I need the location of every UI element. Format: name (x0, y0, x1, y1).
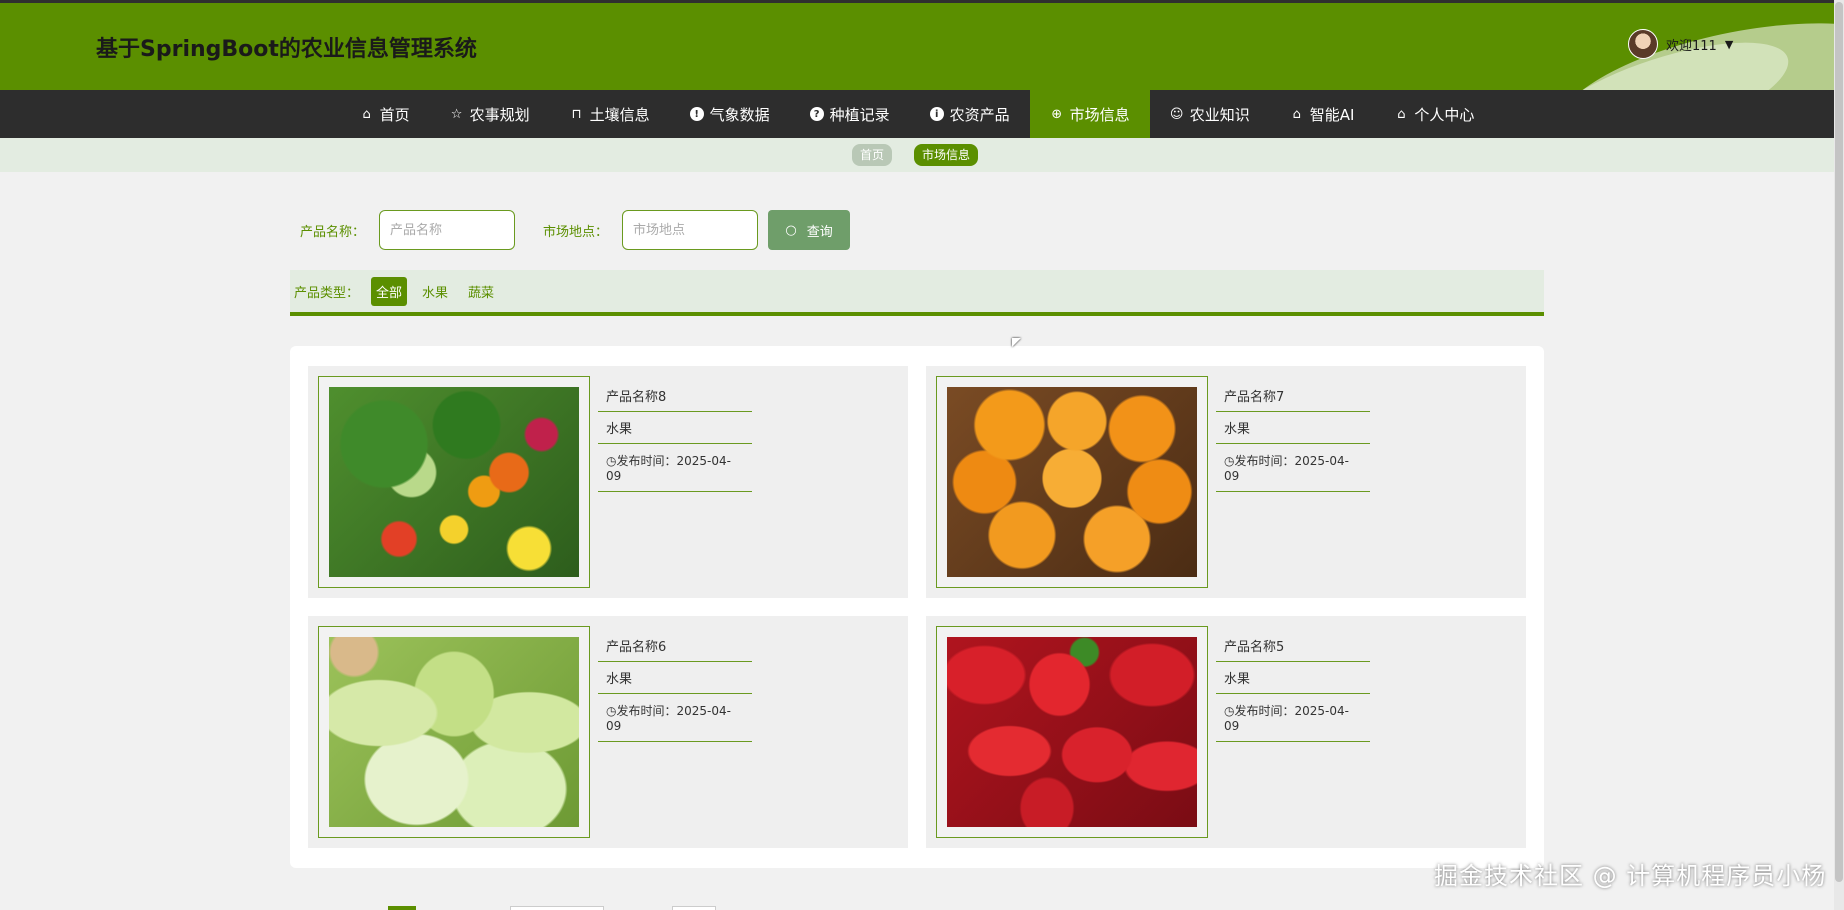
pagination-current[interactable] (388, 906, 416, 910)
product-name-label: 产品名称： (300, 224, 366, 240)
avatar[interactable] (1628, 29, 1658, 59)
product-image-vegetables[interactable] (329, 387, 579, 577)
product-image-frame[interactable] (318, 376, 590, 588)
type-option-vegetable[interactable]: 蔬菜 (463, 277, 499, 306)
help-icon: ? (809, 107, 824, 121)
nav-item-label: 智能AI (1309, 105, 1355, 124)
caret-down-icon[interactable]: ▼ (1725, 38, 1733, 51)
publish-time-text: 发布时间：2025-04-09 (606, 704, 731, 733)
home-icon: ⌂ (362, 106, 371, 122)
clock-icon: ◷ (1224, 704, 1235, 718)
search-icon: ○ (785, 222, 797, 238)
nav-item-label: 气象数据 (709, 105, 770, 124)
nav-item-knowledge[interactable]: ☺ 农业知识 (1150, 90, 1270, 138)
publish-time-text: 发布时间：2025-04-09 (1224, 454, 1349, 483)
clock-icon: ◷ (1224, 454, 1235, 468)
query-button-label: 查询 (806, 224, 833, 240)
product-image-frame[interactable] (936, 376, 1208, 588)
nav-item-label: 首页 (379, 105, 410, 124)
publish-time: ◷发布时间：2025-04-09 (598, 694, 752, 742)
product-card[interactable]: 产品名称6 水果 ◷发布时间：2025-04-09 (308, 616, 908, 848)
main-nav: ⌂ 首页 ☆ 农事规划 ⊓ 土壤信息 ! 气象数据 ? 种植记录 i 农资产品 ⊕ 市场信息 … (0, 90, 1834, 138)
nav-item-supplies[interactable]: i 农资产品 (910, 90, 1030, 138)
product-name: 产品名称8 (598, 380, 752, 412)
publish-time-text: 发布时间：2025-04-09 (606, 454, 731, 483)
nav-item-profile[interactable]: ⌂ 个人中心 (1374, 90, 1494, 138)
market-location-input[interactable] (622, 210, 759, 250)
home-icon: ⌂ (1292, 106, 1301, 122)
product-type: 水果 (598, 662, 752, 694)
nav-item-label: 种植记录 (829, 105, 890, 124)
nav-item-label: 个人中心 (1414, 105, 1475, 124)
site-title: 基于SpringBoot的农业信息管理系统 (96, 37, 477, 62)
nav-item-weather[interactable]: ! 气象数据 (670, 90, 790, 138)
publish-time: ◷发布时间：2025-04-09 (1216, 444, 1370, 492)
nav-item-market[interactable]: ⊕ 市场信息 (1029, 90, 1150, 138)
product-image-frame[interactable] (318, 626, 590, 838)
globe-icon: ⊕ (1051, 106, 1063, 122)
product-name-input[interactable] (379, 210, 516, 250)
nav-item-label: 农业知识 (1189, 105, 1250, 124)
publish-time: ◷发布时间：2025-04-09 (598, 444, 752, 492)
publish-time: ◷发布时间：2025-04-09 (1216, 694, 1370, 742)
product-card[interactable]: 产品名称8 水果 ◷发布时间：2025-04-09 (308, 366, 908, 598)
product-list: 产品名称8 水果 ◷发布时间：2025-04-09 产品名称7 水果 ◷发布时间… (290, 346, 1544, 868)
product-image-loquats[interactable] (947, 387, 1197, 577)
smile-icon: ☺ (1169, 106, 1184, 122)
nav-item-label: 市场信息 (1069, 105, 1130, 124)
nav-item-ai[interactable]: ⌂ 智能AI (1270, 90, 1375, 138)
mouse-cursor-icon (1012, 338, 1021, 347)
product-image-frame[interactable] (936, 626, 1208, 838)
product-type-label: 产品类型： (294, 285, 360, 301)
page-scrollbar[interactable] (1834, 0, 1844, 910)
product-type: 水果 (1216, 412, 1370, 444)
user-menu[interactable]: 欢迎111 ▼ (1628, 29, 1733, 59)
product-name: 产品名称6 (598, 630, 752, 662)
bag-icon: ⊓ (571, 106, 582, 122)
product-type: 水果 (1216, 662, 1370, 694)
search-form: 产品名称： 市场地点： ○ 查询 (300, 210, 851, 250)
nav-item-soil[interactable]: ⊓ 土壤信息 (550, 90, 670, 138)
top-header: 基于SpringBoot的农业信息管理系统 欢迎111 ▼ (0, 0, 1834, 90)
clock-icon: ◷ (606, 454, 617, 468)
publish-time-text: 发布时间：2025-04-09 (1224, 704, 1349, 733)
product-image-strawberries[interactable] (947, 637, 1197, 827)
info-icon: ! (689, 107, 704, 121)
product-type: 水果 (598, 412, 752, 444)
product-name: 产品名称7 (1216, 380, 1370, 412)
nav-item-label: 农事规划 (469, 105, 530, 124)
scroll-thumb[interactable] (1835, 2, 1843, 882)
product-image-cabbage[interactable] (329, 637, 579, 827)
nav-item-planning[interactable]: ☆ 农事规划 (430, 90, 550, 138)
watermark: 掘金技术社区 @ 计算机程序员小杨 (1434, 862, 1827, 890)
breadcrumb-current: 市场信息 (914, 144, 979, 166)
product-type-filter: 产品类型： 全部 水果 蔬菜 (290, 270, 1544, 316)
breadcrumb-home[interactable]: 首页 (852, 144, 893, 166)
query-button[interactable]: ○ 查询 (768, 210, 851, 250)
product-name: 产品名称5 (1216, 630, 1370, 662)
product-card[interactable]: 产品名称5 水果 ◷发布时间：2025-04-09 (926, 616, 1526, 848)
info-icon: i (929, 107, 944, 121)
market-location-label: 市场地点： (543, 224, 609, 240)
nav-item-label: 土壤信息 (589, 105, 650, 124)
type-option-fruit[interactable]: 水果 (417, 277, 453, 306)
pagination-size-select[interactable] (510, 906, 604, 910)
product-card[interactable]: 产品名称7 水果 ◷发布时间：2025-04-09 (926, 366, 1526, 598)
type-option-all[interactable]: 全部 (371, 276, 408, 306)
breadcrumb: 首页 市场信息 (0, 138, 1834, 172)
welcome-label[interactable]: 欢迎111 (1666, 35, 1717, 54)
nav-item-label: 农资产品 (949, 105, 1010, 124)
nav-item-planting[interactable]: ? 种植记录 (790, 90, 910, 138)
home-icon: ⌂ (1397, 106, 1406, 122)
star-icon: ☆ (450, 106, 463, 122)
pagination-jump-input[interactable] (672, 906, 716, 910)
clock-icon: ◷ (606, 704, 617, 718)
nav-item-home[interactable]: ⌂ 首页 (340, 90, 430, 138)
